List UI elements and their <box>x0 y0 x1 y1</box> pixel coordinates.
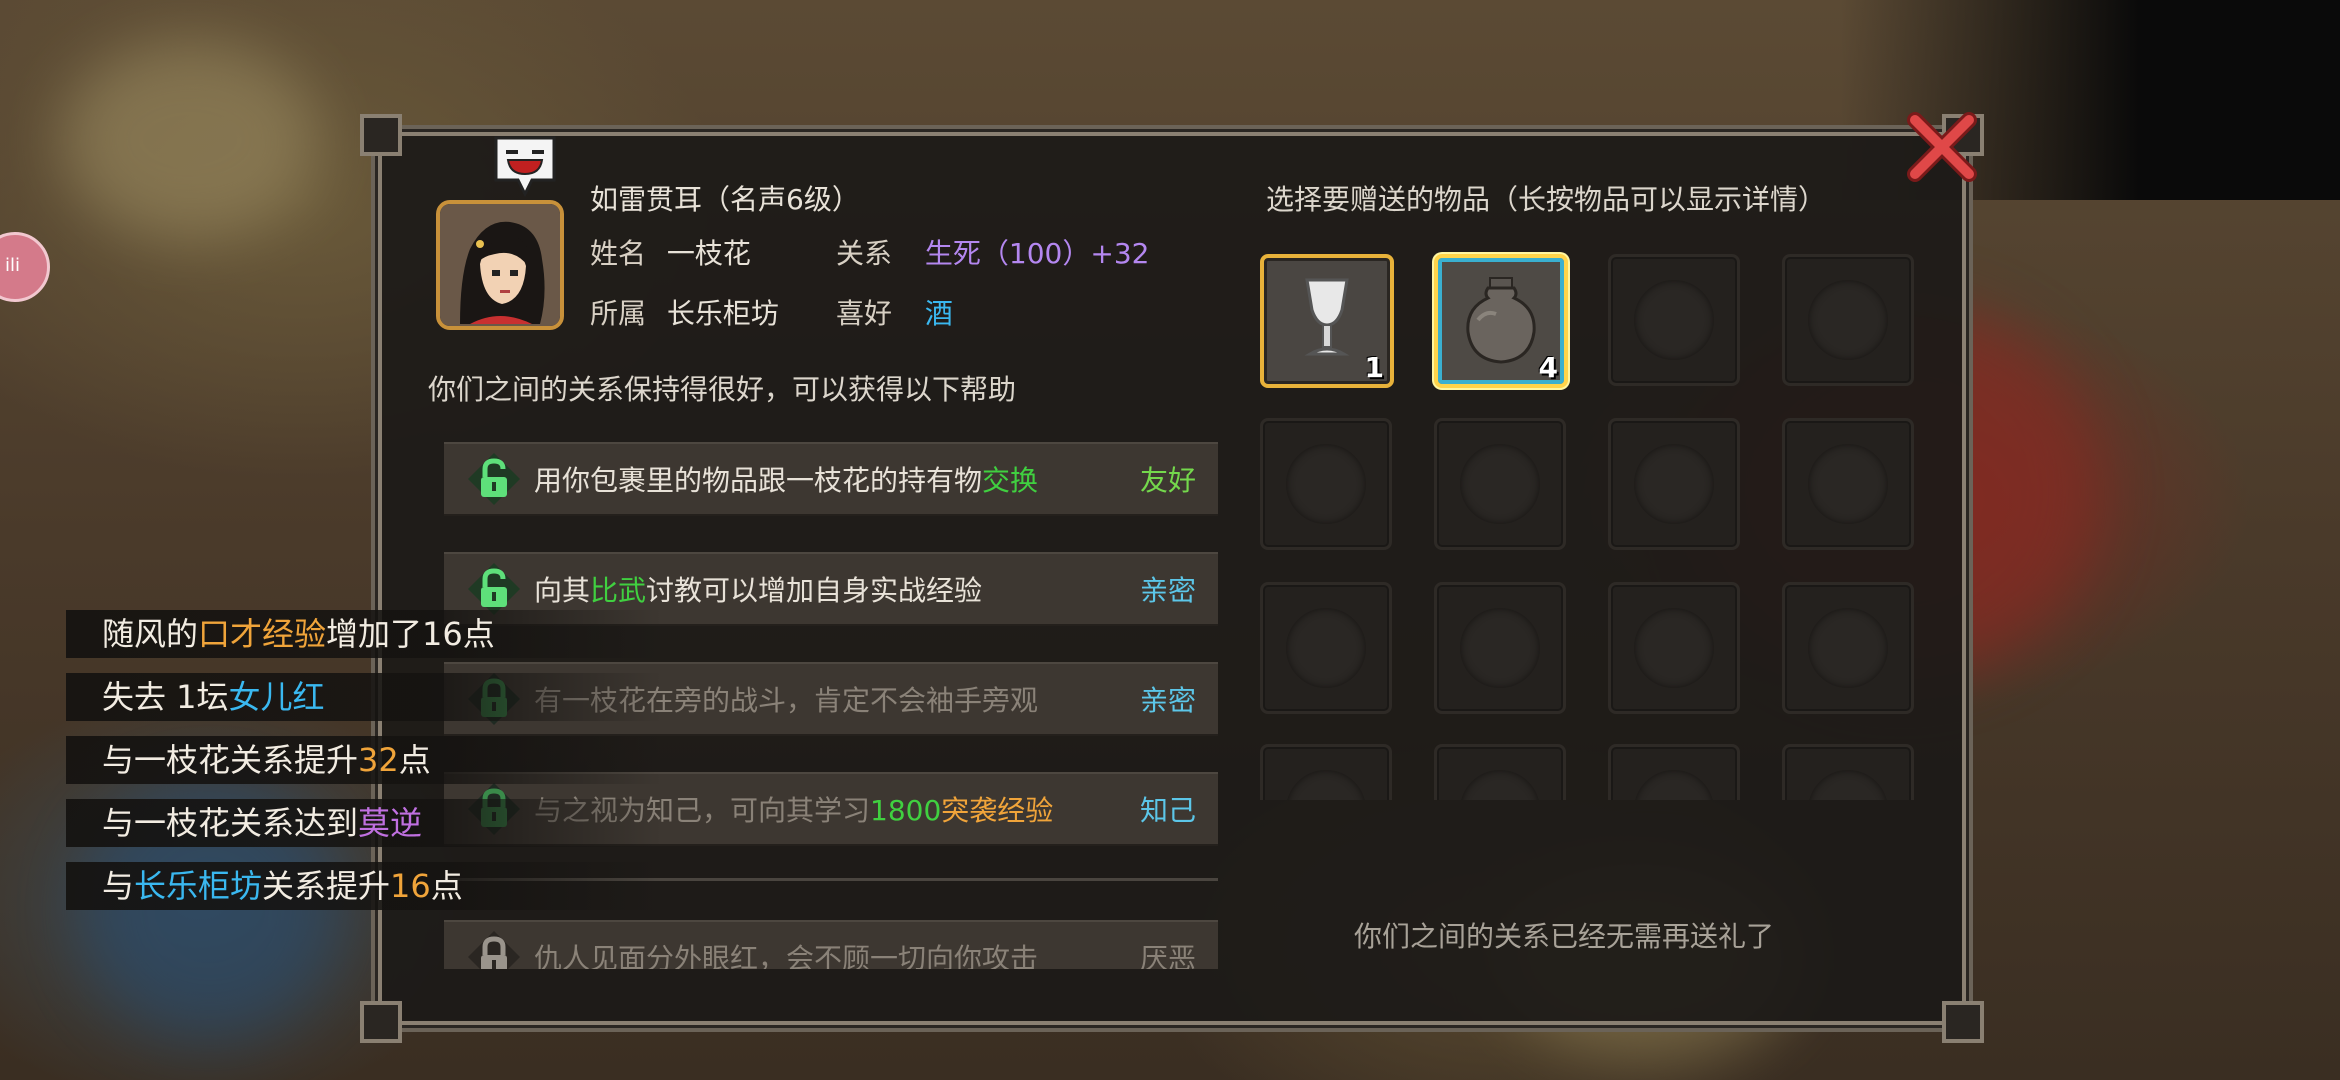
npc-likes-row: 喜好 酒 <box>836 292 953 332</box>
lock-icon <box>468 931 520 969</box>
name-label: 姓名 <box>590 237 647 270</box>
item-slot-goblet[interactable]: 1 <box>1260 254 1394 388</box>
tier-label: 亲密 <box>1139 684 1196 717</box>
wine-jar-icon <box>1466 277 1536 364</box>
notification: 与长乐柜坊关系提升16点 <box>66 862 662 910</box>
empty-slot[interactable] <box>1782 582 1914 714</box>
empty-slot[interactable] <box>1434 418 1566 550</box>
faction-value: 长乐柜坊 <box>666 297 779 330</box>
frame-corner <box>360 1001 402 1043</box>
npc-avatar <box>440 204 560 326</box>
tier-label: 友好 <box>1139 464 1196 497</box>
help-row-exchange[interactable]: 用你包裹里的物品跟一枝花的持有物交换 友好 <box>444 442 1218 516</box>
empty-slot[interactable] <box>1608 582 1740 714</box>
npc-portrait[interactable] <box>436 200 564 330</box>
empty-slot[interactable] <box>1260 744 1392 800</box>
goblet-icon <box>1304 278 1350 356</box>
help-intro: 你们之间的关系保持得很好，可以获得以下帮助 <box>428 373 1017 406</box>
help-text: 仇人见面分外眼红，会不顾一切向你攻击 <box>534 942 1039 969</box>
help-text: 用你包裹里的物品跟一枝花的持有物交换 <box>534 464 1039 497</box>
frame-corner <box>360 114 402 156</box>
notification: 与一枝花关系达到莫逆 <box>66 799 662 847</box>
help-row-hostile[interactable]: 仇人见面分外眼红，会不顾一切向你攻击 厌恶 <box>444 920 1218 969</box>
notification: 失去 1坛女儿红 <box>66 673 662 721</box>
empty-slot[interactable] <box>1782 744 1914 800</box>
unlock-icon <box>468 453 520 505</box>
relation-value: 生死（100）+32 <box>924 237 1150 270</box>
npc-faction-row: 所属 长乐柜坊 <box>590 292 779 332</box>
speech-bubble-icon <box>494 136 556 198</box>
close-icon <box>1907 112 1977 182</box>
gift-title: 选择要赠送的物品（长按物品可以显示详情） <box>1266 183 1827 216</box>
item-quantity: 4 <box>1538 351 1558 384</box>
likes-value: 酒 <box>924 297 953 330</box>
notification: 与一枝花关系提升32点 <box>66 736 662 784</box>
unlock-icon <box>468 563 520 615</box>
empty-slot[interactable] <box>1608 744 1740 800</box>
npc-name: 一枝花 <box>666 237 751 270</box>
empty-slot[interactable] <box>1782 418 1914 550</box>
empty-slot[interactable] <box>1608 254 1740 386</box>
item-quantity: 1 <box>1364 351 1384 384</box>
no-gift-message: 你们之间的关系已经无需再送礼了 <box>1354 920 1775 953</box>
empty-slot[interactable] <box>1260 582 1392 714</box>
npc-name-row: 姓名 一枝花 <box>590 232 751 272</box>
empty-slot[interactable] <box>1434 744 1566 800</box>
empty-slot[interactable] <box>1782 254 1914 386</box>
relation-label: 关系 <box>836 237 893 270</box>
frame-corner <box>1942 1001 1984 1043</box>
item-slot-wine-jar[interactable]: 4 <box>1434 254 1568 388</box>
faction-label: 所属 <box>590 297 647 330</box>
close-button[interactable] <box>1905 110 1979 184</box>
empty-slot[interactable] <box>1434 582 1566 714</box>
empty-slot[interactable] <box>1260 418 1392 550</box>
npc-title: 如雷贯耳（名声6级） <box>590 183 860 216</box>
notification: 随风的口才经验增加了16点 <box>66 610 662 658</box>
gift-item-grid[interactable]: 1 4 <box>1256 250 1916 800</box>
tier-label: 亲密 <box>1139 574 1196 607</box>
empty-slot[interactable] <box>1608 418 1740 550</box>
help-text: 向其比武讨教可以增加自身实战经验 <box>534 574 983 607</box>
tier-label: 知己 <box>1139 794 1196 827</box>
likes-label: 喜好 <box>836 297 893 330</box>
npc-relation-row: 关系 生死（100）+32 <box>836 232 1149 272</box>
tier-label: 厌恶 <box>1139 942 1196 969</box>
